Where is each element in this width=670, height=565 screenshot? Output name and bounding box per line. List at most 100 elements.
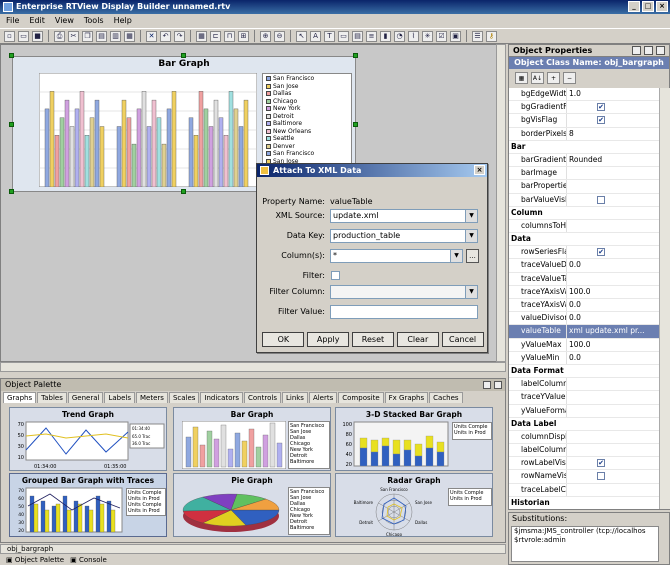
selection-handle[interactable] xyxy=(181,189,186,194)
key-icon[interactable]: ⚷ xyxy=(486,30,497,42)
delete-icon[interactable]: ✕ xyxy=(146,30,157,42)
filter-checkbox[interactable] xyxy=(331,271,340,280)
property-value[interactable] xyxy=(567,194,659,206)
property-value[interactable]: ✔ xyxy=(567,114,659,126)
columns-select[interactable]: * ▼ xyxy=(330,249,463,263)
align-left-icon[interactable]: ⊏ xyxy=(210,30,221,42)
close-icon[interactable] xyxy=(494,381,502,389)
menu-file[interactable]: File xyxy=(6,14,19,28)
undo-icon[interactable]: ↶ xyxy=(160,30,171,42)
palette-tab[interactable]: Controls xyxy=(244,392,281,403)
clear-button[interactable]: Clear xyxy=(396,332,439,347)
canvas-horizontal-scrollbar[interactable] xyxy=(0,362,506,372)
tool-radar-icon[interactable]: ✳ xyxy=(422,30,433,42)
selection-handle[interactable] xyxy=(9,189,14,194)
data-key-select[interactable]: production_table ▼ xyxy=(330,229,478,243)
chevron-down-icon[interactable]: ▼ xyxy=(450,250,462,262)
copy-icon[interactable]: ❐ xyxy=(82,30,93,42)
property-row[interactable]: barValueVisFl... xyxy=(509,193,659,207)
paste-icon[interactable]: ▤ xyxy=(96,30,107,42)
property-row[interactable]: valueDivisor 0.0 xyxy=(509,312,659,326)
property-row[interactable]: traceValueDivi...0.0 xyxy=(509,259,659,273)
cut-icon[interactable]: ✂ xyxy=(68,30,79,42)
property-category[interactable]: Data Label xyxy=(509,417,659,431)
new-file-icon[interactable]: ▫ xyxy=(4,30,15,42)
property-row[interactable]: columnDispla... xyxy=(509,430,659,445)
selection-handle[interactable] xyxy=(353,53,358,58)
property-value[interactable] xyxy=(567,220,659,232)
apply-button[interactable]: Apply xyxy=(307,332,350,347)
substitutions-list[interactable]: $jmsma:JMS_controller (tcp://localhos $r… xyxy=(511,526,659,562)
menu-edit[interactable]: Edit xyxy=(29,14,45,28)
filter-column-select[interactable]: ▼ xyxy=(330,285,478,299)
unchecked-checkbox-icon[interactable] xyxy=(597,472,605,481)
property-value[interactable] xyxy=(567,431,659,443)
selection-handle[interactable] xyxy=(9,122,14,127)
dock-icon[interactable] xyxy=(483,381,491,389)
checked-checkbox-icon[interactable]: ✔ xyxy=(597,248,605,257)
property-value[interactable]: ✔ xyxy=(567,246,659,258)
property-category[interactable]: Column xyxy=(509,206,659,220)
duplicate-icon[interactable]: ▦ xyxy=(124,30,135,42)
properties-scrollbar[interactable] xyxy=(659,88,670,509)
unchecked-checkbox-icon[interactable] xyxy=(597,195,605,204)
print-icon[interactable]: ⎙ xyxy=(54,30,65,42)
tool-text-icon[interactable]: T xyxy=(324,30,335,42)
filter-value-input[interactable] xyxy=(330,305,478,319)
tool-label-icon[interactable]: A xyxy=(310,30,321,42)
property-row[interactable]: bgEdgeWidth 1.0 xyxy=(509,88,659,102)
property-value[interactable]: ✔ xyxy=(567,457,659,469)
tab-console[interactable]: ▣ Console xyxy=(70,555,107,565)
properties-icon[interactable]: ☰ xyxy=(472,30,483,42)
align-center-icon[interactable]: ⊞ xyxy=(238,30,249,42)
chevron-down-icon[interactable]: ▼ xyxy=(465,230,477,242)
property-value[interactable] xyxy=(567,444,659,456)
minimize-icon[interactable]: _ xyxy=(628,1,640,12)
property-row[interactable]: barImage xyxy=(509,167,659,181)
tile-radar-graph[interactable]: Radar Graph San Francisco Baltimore San Jo… xyxy=(335,473,493,537)
property-value[interactable]: 100.0 xyxy=(567,286,659,298)
property-value[interactable]: 100.0 xyxy=(567,339,659,351)
tool-field-icon[interactable]: ▭ xyxy=(338,30,349,42)
reset-button[interactable]: Reset xyxy=(351,332,394,347)
property-value[interactable]: Rounded xyxy=(567,154,659,166)
selection-handle[interactable] xyxy=(181,53,186,58)
checked-checkbox-icon[interactable]: ✔ xyxy=(597,459,605,468)
property-category[interactable]: Data Format xyxy=(509,364,659,379)
property-value[interactable]: 0.0 xyxy=(567,299,659,311)
palette-tab[interactable]: General xyxy=(67,392,104,403)
palette-tab[interactable]: Caches xyxy=(429,392,463,403)
palette-tab[interactable]: Fx Graphs xyxy=(384,392,429,403)
tool-check-icon[interactable]: ☑ xyxy=(436,30,447,42)
property-row[interactable]: columnsToHi... xyxy=(509,219,659,234)
property-row[interactable]: bgGradientFlag ✔ xyxy=(509,101,659,115)
tab-object-palette[interactable]: ▣ Object Palette xyxy=(6,555,64,565)
selection-handle[interactable] xyxy=(353,122,358,127)
menu-tools[interactable]: Tools xyxy=(84,14,104,28)
palette-tab[interactable]: Meters xyxy=(136,392,168,403)
property-category[interactable]: Bar xyxy=(509,140,659,154)
tile-grouped-bar-graph[interactable]: Grouped Bar Graph with Traces 70 60 50 40 30… xyxy=(9,473,167,537)
tool-trend-icon[interactable]: ⌇ xyxy=(408,30,419,42)
palette-tab[interactable]: Graphs xyxy=(3,392,37,403)
xml-source-select[interactable]: update.xml ▼ xyxy=(330,209,478,223)
property-row[interactable]: barProperties xyxy=(509,180,659,194)
palette-tab[interactable]: Indicators xyxy=(200,392,244,403)
property-row[interactable]: barGradientSt...Rounded xyxy=(509,153,659,168)
property-row[interactable]: traceYAxisVal...100.0 xyxy=(509,285,659,299)
close-icon[interactable] xyxy=(656,46,665,55)
maximize-icon[interactable]: □ xyxy=(642,1,654,12)
zoom-out-icon[interactable]: ⊖ xyxy=(274,30,285,42)
expand-all-icon[interactable]: + xyxy=(547,72,560,84)
property-row[interactable]: yValueMin 0.0 xyxy=(509,351,659,365)
redo-icon[interactable]: ↷ xyxy=(174,30,185,42)
property-row[interactable]: bgVisFlag ✔ xyxy=(509,114,659,128)
property-value[interactable] xyxy=(567,167,659,179)
property-row[interactable]: traceYValueF... xyxy=(509,391,659,405)
property-row[interactable]: labelColumnF... xyxy=(509,378,659,392)
property-row[interactable]: valueTable xml update.xml pr... xyxy=(509,325,659,339)
property-row[interactable]: labelColumn... xyxy=(509,444,659,458)
property-value[interactable]: ✔ xyxy=(567,101,659,113)
grid-icon[interactable]: ▦ xyxy=(196,30,207,42)
tool-table-icon[interactable]: ▤ xyxy=(352,30,363,42)
